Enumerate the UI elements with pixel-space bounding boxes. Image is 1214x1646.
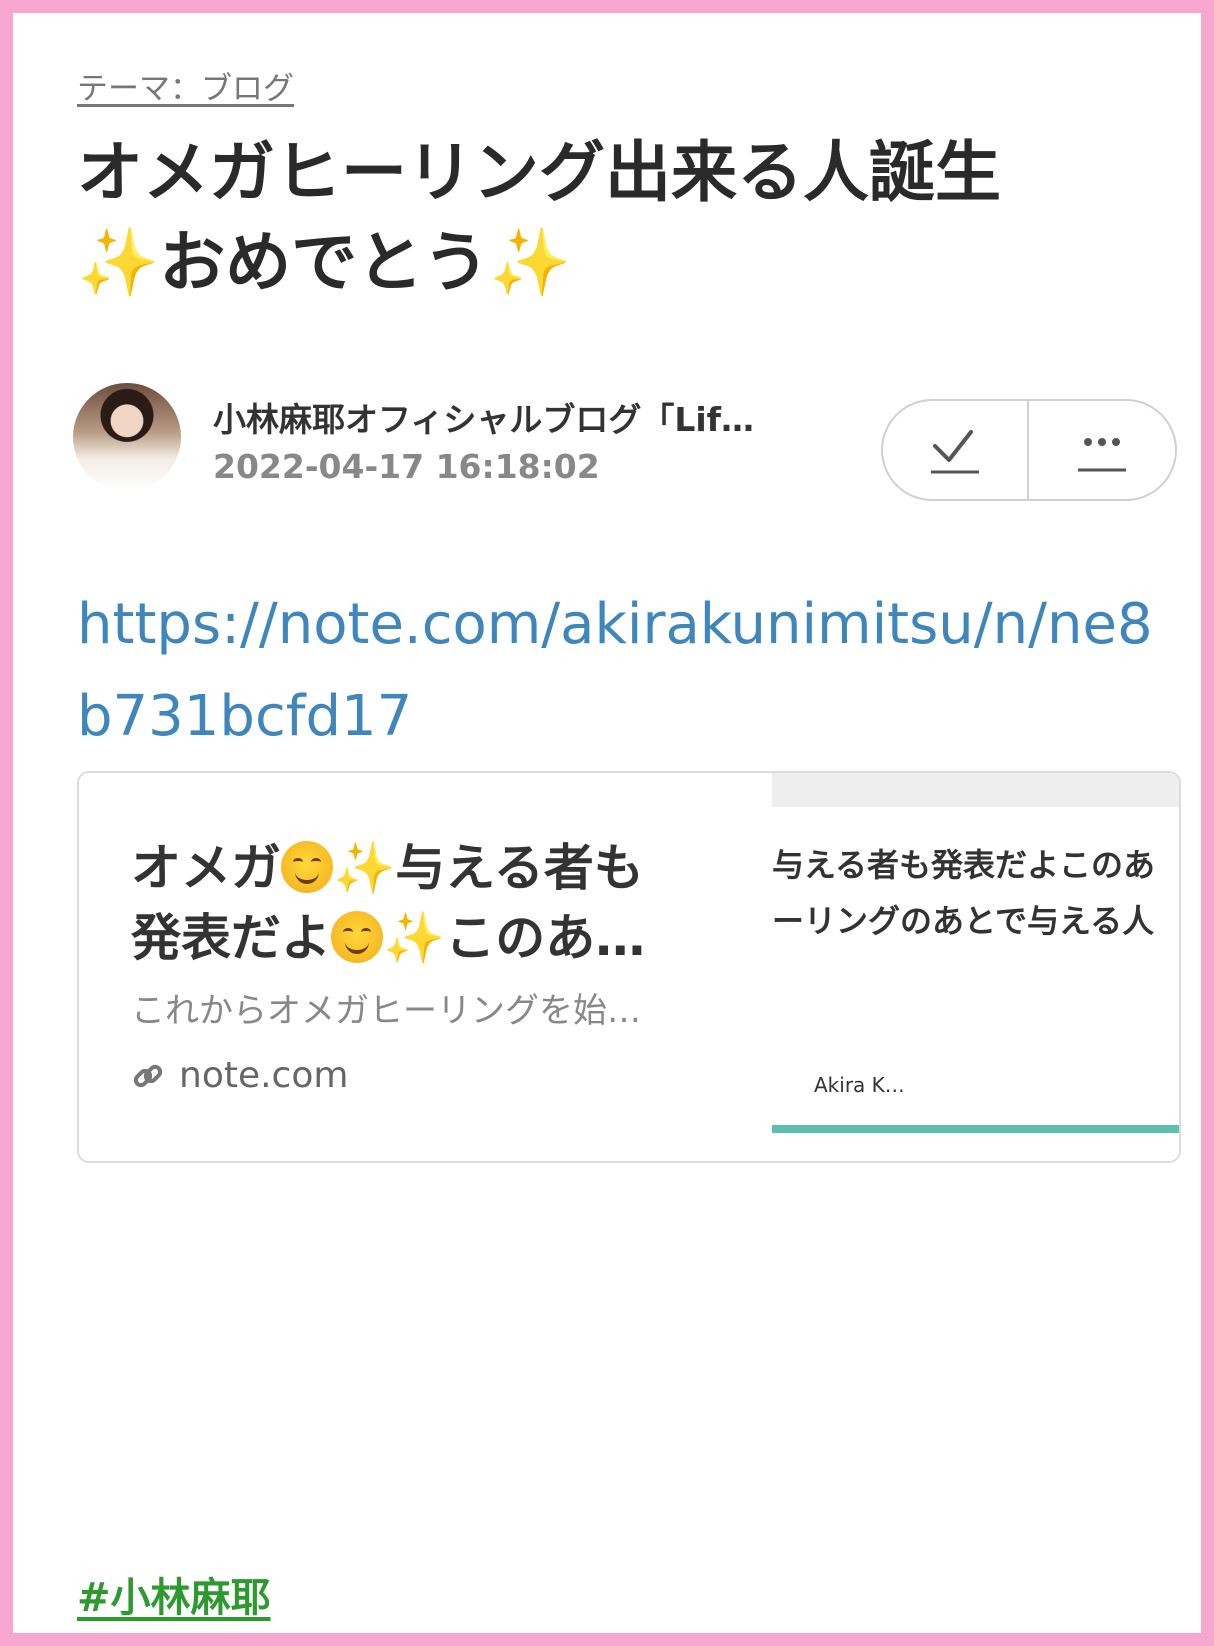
more-button[interactable] [1029, 401, 1175, 499]
avatar[interactable] [73, 383, 181, 491]
card-thumbnail: 与える者も発表だよこのあ ーリングのあとで与える人 Akira K… [772, 773, 1179, 1161]
sparkle-icon: ✨ [77, 224, 160, 301]
smile-icon [331, 911, 383, 963]
card-title-part: 発表だよ [131, 909, 331, 967]
check-icon [931, 430, 979, 474]
follow-check-button[interactable] [883, 401, 1027, 499]
card-title: オメガ ✨与える者も 発表だよ ✨このあ… [131, 833, 751, 973]
blog-post-frame: テーマ：ブログ オメガヒーリング出来る人誕生 ✨おめでとう✨ 小林麻耶オフィシャ… [13, 13, 1201, 1633]
author-header: 小林麻耶オフィシャルブログ「Lif… 2022-04-17 16:18:02 [73, 383, 1183, 501]
thumbnail-author: Akira K… [814, 1073, 905, 1097]
title-line-1: オメガヒーリング出来る人誕生 [77, 134, 1001, 211]
link-preview-card[interactable]: オメガ ✨与える者も 発表だよ ✨このあ… これからオメガヒーリングを始… note… [77, 771, 1181, 1163]
smile-icon [281, 841, 333, 893]
thumbnail-accent-bar [772, 1125, 1179, 1133]
thumbnail-line: ーリングのあとで与える人 [772, 902, 1155, 940]
sparkle-icon: ✨ [333, 839, 396, 897]
action-buttons [881, 399, 1177, 501]
post-link[interactable]: https://note.com/akirakunimitsu/n/ne8b73… [77, 579, 1177, 763]
thumbnail-header-bar [772, 773, 1179, 807]
card-description: これからオメガヒーリングを始… [131, 991, 641, 1031]
sparkle-icon: ✨ [383, 909, 446, 967]
title-line-2: おめでとう [159, 224, 490, 301]
hashtag-link[interactable]: #小林麻耶 [77, 1565, 271, 1623]
blog-name[interactable]: 小林麻耶オフィシャルブログ「Lif… [213, 393, 813, 441]
post-title: オメガヒーリング出来る人誕生 ✨おめでとう✨ [77, 128, 1137, 308]
card-title-part: このあ… [445, 909, 646, 967]
thumbnail-line: 与える者も発表だよこのあ [772, 846, 1156, 884]
thumbnail-text: 与える者も発表だよこのあ ーリングのあとで与える人 [772, 837, 1179, 949]
card-domain-text: note.com [179, 1055, 349, 1096]
post-date: 2022-04-17 16:18:02 [213, 447, 600, 486]
card-title-part: オメガ [131, 839, 281, 897]
sparkle-icon: ✨ [489, 224, 572, 301]
more-icon [1078, 438, 1126, 472]
card-title-part: 与える者も [395, 839, 644, 897]
link-icon [133, 1064, 163, 1088]
theme-link[interactable]: テーマ：ブログ [77, 63, 294, 108]
card-domain: note.com [131, 1055, 348, 1096]
